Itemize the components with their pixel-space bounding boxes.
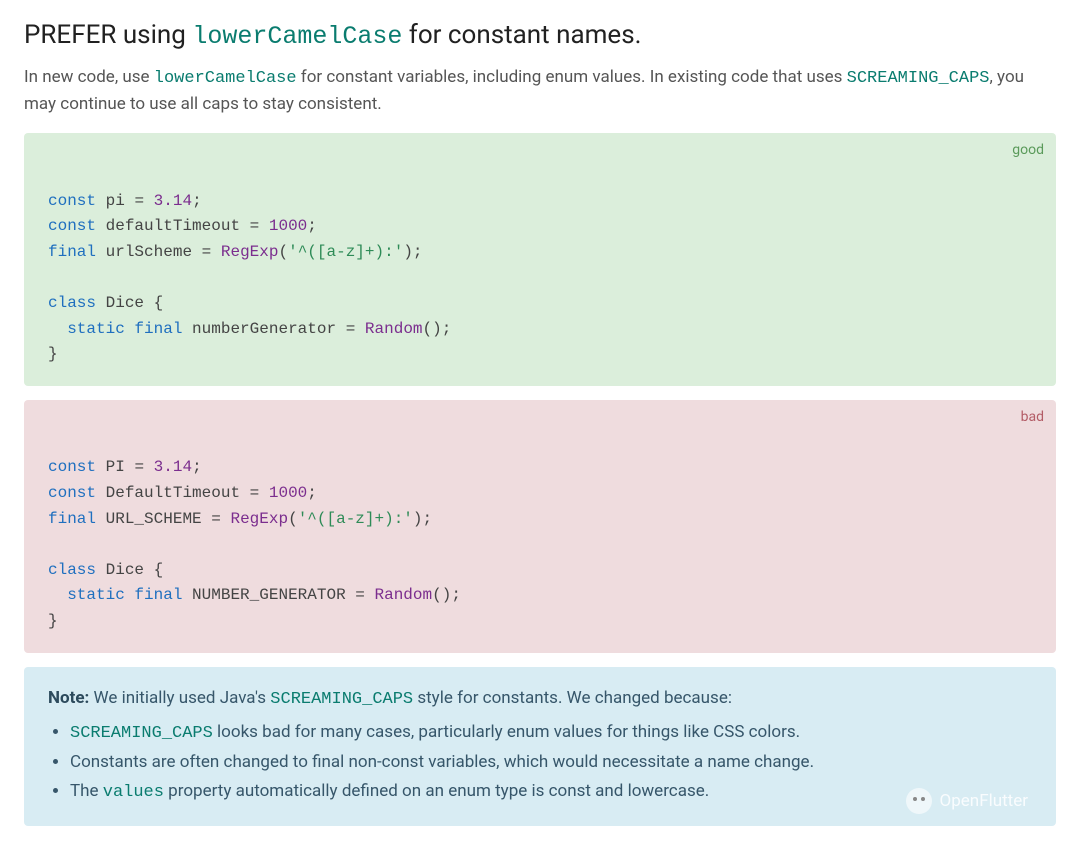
lead-paragraph: In new code, use lowerCamelCase for cons… bbox=[24, 65, 1056, 117]
note-block: Note: We initially used Java's SCREAMING… bbox=[24, 667, 1056, 826]
note-label: Note: bbox=[48, 688, 89, 708]
title-code: lowerCamelCase bbox=[192, 22, 402, 51]
note-item-3: The values property automatically define… bbox=[70, 778, 1032, 806]
title-text: PREFER using bbox=[24, 20, 192, 50]
note-list: SCREAMING_CAPS looks bad for many cases,… bbox=[48, 719, 1032, 806]
lead-code-2: SCREAMING_CAPS bbox=[847, 69, 990, 88]
note-intro-code: SCREAMING_CAPS bbox=[270, 690, 413, 709]
note-item-1: SCREAMING_CAPS looks bad for many cases,… bbox=[70, 719, 1032, 747]
section-title: PREFER using lowerCamelCase for constant… bbox=[24, 20, 1056, 51]
note-item-1-text: looks bad for many cases, particularly e… bbox=[213, 722, 800, 742]
note-item-3-b: property automatically defined on an enu… bbox=[164, 781, 709, 801]
good-badge: good bbox=[1012, 139, 1044, 161]
note-item-3-a: The bbox=[70, 781, 103, 801]
lead-code-1: lowerCamelCase bbox=[154, 69, 297, 88]
bad-badge: bad bbox=[1021, 406, 1044, 428]
lead-text: In new code, use bbox=[24, 67, 154, 87]
lead-text-2: for constant variables, including enum v… bbox=[297, 67, 847, 87]
note-item-2: Constants are often changed to final non… bbox=[70, 749, 1032, 775]
bad-code-block: badconst PI = 3.14; const DefaultTimeout… bbox=[24, 400, 1056, 653]
note-item-3-code: values bbox=[103, 783, 164, 802]
note-intro-b: style for constants. We changed because: bbox=[413, 688, 732, 708]
note-item-1-code: SCREAMING_CAPS bbox=[70, 724, 213, 743]
note-intro-a: We initially used Java's bbox=[89, 688, 270, 708]
title-text-2: for constant names. bbox=[402, 20, 641, 50]
good-code-block: goodconst pi = 3.14; const defaultTimeou… bbox=[24, 133, 1056, 386]
